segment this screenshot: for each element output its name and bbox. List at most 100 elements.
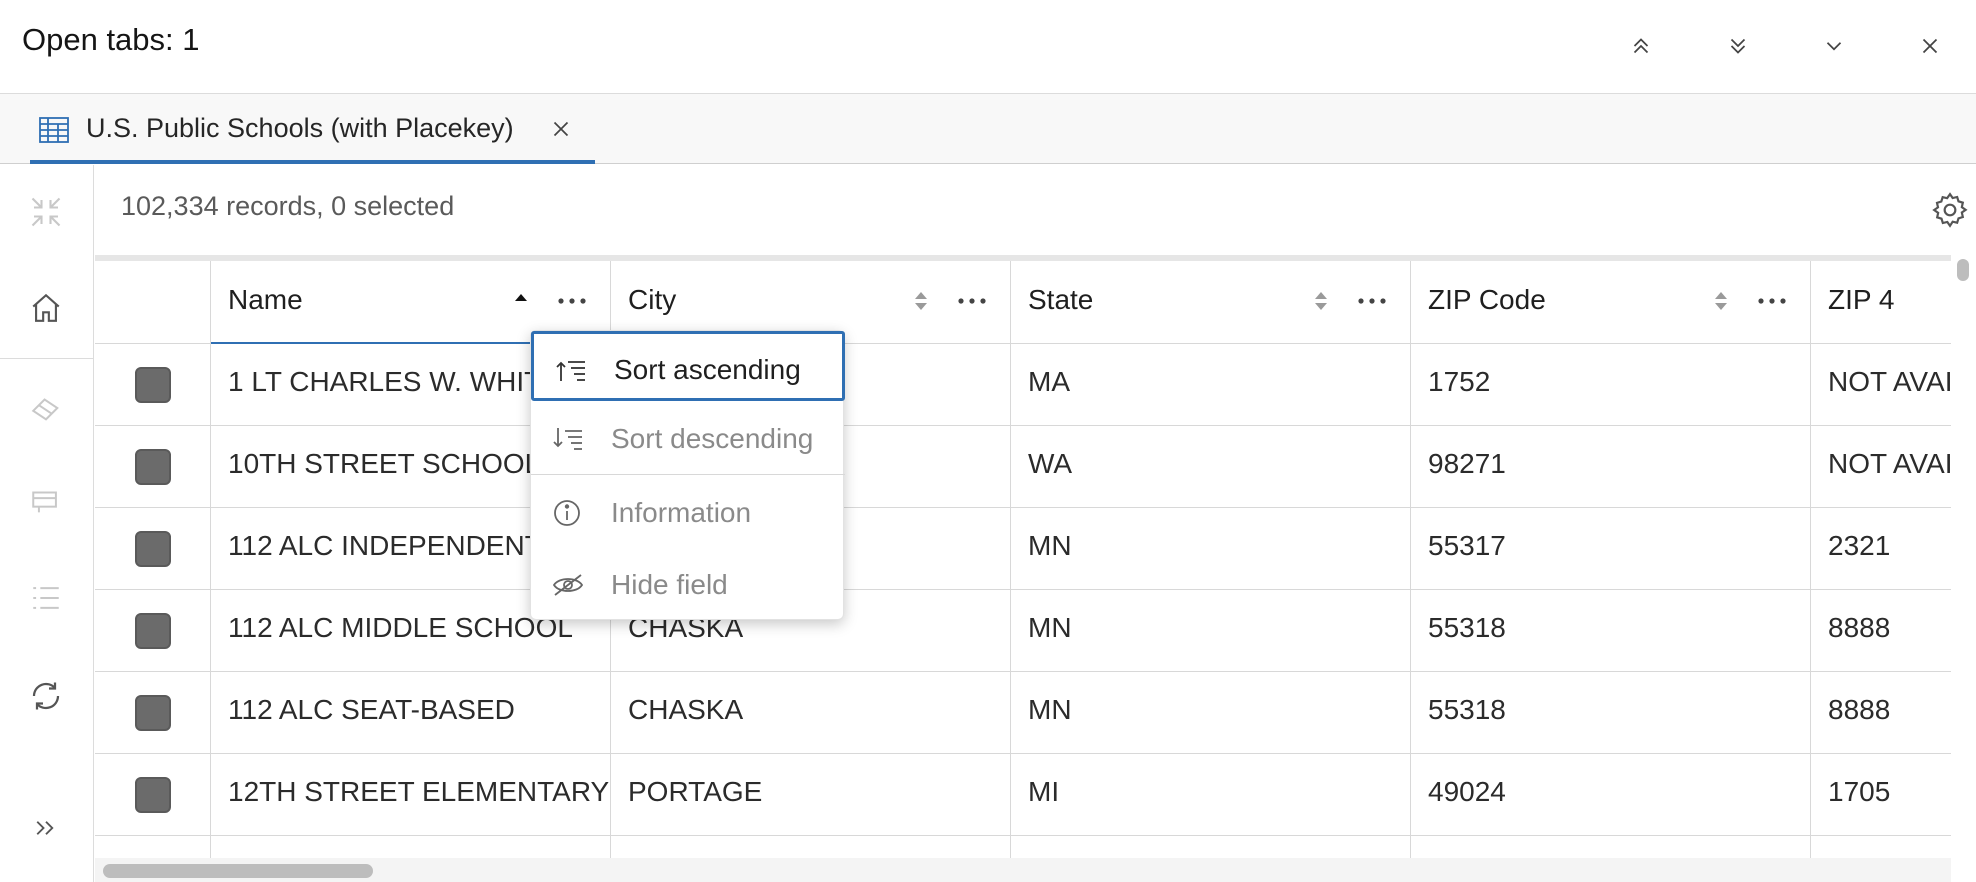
refresh-icon bbox=[32, 682, 60, 710]
row-select-checkbox[interactable] bbox=[135, 613, 171, 649]
row-select-checkbox[interactable] bbox=[135, 777, 171, 813]
sort-ascending-menu-item[interactable]: Sort ascending bbox=[531, 331, 845, 401]
cell-state: MN bbox=[1028, 530, 1072, 561]
header-row: Name City State ZIP Code ZIP 4 bbox=[95, 261, 1951, 344]
collapse-button[interactable] bbox=[1812, 24, 1856, 68]
cell-zip-code: 49024 bbox=[1428, 776, 1506, 807]
tab-us-public-schools[interactable]: U.S. Public Schools (with Placekey) bbox=[30, 94, 595, 164]
cell-state: MI bbox=[1028, 776, 1060, 807]
collapse-arrows-button[interactable] bbox=[23, 189, 69, 235]
cell-zip-code: 55318 bbox=[1428, 694, 1506, 725]
close-panel-button[interactable] bbox=[1908, 24, 1952, 68]
row-select-checkbox[interactable] bbox=[135, 367, 171, 403]
cell-state: WA bbox=[1028, 448, 1073, 479]
sort-icon[interactable] bbox=[1311, 287, 1331, 315]
cell-name: 112 ALC SEAT-BASED bbox=[228, 694, 515, 725]
table-row[interactable]: 10TH STREET SCHOOL WA 98271 NOT AVAILABL… bbox=[95, 426, 1951, 508]
cell-state: MN bbox=[1028, 612, 1072, 643]
cell-state: MA bbox=[1028, 366, 1070, 397]
sort-descending-icon bbox=[553, 428, 582, 450]
cell-zip-4: 2321 bbox=[1828, 530, 1891, 561]
table-icon bbox=[39, 117, 69, 143]
cell-city: PORTAGE bbox=[628, 776, 763, 807]
collapse-arrows-icon bbox=[31, 197, 61, 227]
more-options-icon[interactable] bbox=[1754, 288, 1790, 314]
tab-strip: U.S. Public Schools (with Placekey) bbox=[0, 94, 1976, 164]
cell-zip-4: 8888 bbox=[1828, 694, 1891, 725]
eye-off-icon bbox=[552, 574, 584, 596]
row-select-checkbox[interactable] bbox=[135, 695, 171, 731]
list-button[interactable] bbox=[23, 575, 69, 621]
more-options-icon[interactable] bbox=[954, 288, 990, 314]
more-options-icon[interactable] bbox=[554, 288, 590, 314]
table-row[interactable] bbox=[95, 836, 1951, 858]
more-options-icon[interactable] bbox=[1354, 288, 1390, 314]
cell-zip-4: NOT AVAILABLE bbox=[1828, 366, 1951, 397]
cell-name: 112 ALC MIDDLE SCHOOL bbox=[228, 612, 573, 643]
card-icon bbox=[32, 491, 57, 513]
column-header-zip-4[interactable]: ZIP 4 bbox=[1811, 261, 1951, 344]
tab-label: U.S. Public Schools (with Placekey) bbox=[86, 113, 514, 143]
chevrons-down-icon bbox=[1730, 38, 1746, 54]
table-row[interactable]: 112 ALC SEAT-BASED CHASKA MN 55318 8888 bbox=[95, 672, 1951, 754]
vertical-scroll-thumb[interactable] bbox=[1957, 259, 1969, 281]
row-select-checkbox[interactable] bbox=[135, 531, 171, 567]
close-icon bbox=[1922, 38, 1938, 54]
vertical-scrollbar[interactable] bbox=[1951, 255, 1976, 858]
column-label: Name bbox=[228, 284, 303, 315]
attribute-table: Name City State ZIP Code ZIP 4 1 LT CHAR… bbox=[95, 255, 1951, 858]
cell-zip-code: 98271 bbox=[1428, 448, 1506, 479]
table-row[interactable]: 112 ALC MIDDLE SCHOOL CHASKA MN 55318 88… bbox=[95, 590, 1951, 672]
horizontal-scroll-thumb[interactable] bbox=[103, 864, 373, 878]
maximize-button[interactable] bbox=[1619, 24, 1663, 68]
menu-item-label: Information bbox=[611, 497, 752, 528]
show-selected-button[interactable] bbox=[23, 478, 69, 524]
eraser-icon bbox=[31, 398, 59, 421]
list-icon bbox=[33, 587, 59, 609]
column-options-menu: Sort ascending Sort descending Informati… bbox=[530, 330, 845, 620]
menu-item-label: Hide field bbox=[611, 569, 728, 600]
table-row[interactable]: 12TH STREET ELEMENTARY PORTAGE MI 49024 … bbox=[95, 754, 1951, 836]
left-rail bbox=[0, 165, 94, 882]
panel-header: Open tabs: 1 bbox=[0, 0, 1976, 94]
rail-divider bbox=[0, 358, 93, 359]
information-menu-item[interactable]: Information bbox=[531, 477, 845, 547]
chevrons-up-icon bbox=[1633, 38, 1649, 54]
sort-icon[interactable] bbox=[911, 287, 931, 315]
table-row[interactable]: 112 ALC INDEPENDENT MN 55317 2321 bbox=[95, 508, 1951, 590]
sort-ascending-icon bbox=[556, 361, 585, 381]
menu-item-label: Sort ascending bbox=[614, 354, 801, 385]
cell-state: MN bbox=[1028, 694, 1072, 725]
column-header-state[interactable]: State bbox=[1011, 261, 1411, 344]
cell-zip-4: 8888 bbox=[1828, 612, 1891, 643]
open-tabs-title: Open tabs: 1 bbox=[22, 22, 200, 57]
column-label: State bbox=[1028, 284, 1094, 315]
column-label: ZIP Code bbox=[1428, 284, 1546, 315]
home-button[interactable] bbox=[23, 285, 69, 331]
table-row[interactable]: 1 LT CHARLES W. WHITCOMB MA 1752 NOT AVA… bbox=[95, 344, 1951, 426]
refresh-button[interactable] bbox=[23, 673, 69, 719]
column-label: City bbox=[628, 284, 677, 315]
record-count: 102,334 records, 0 selected bbox=[121, 191, 455, 221]
records-bar: 102,334 records, 0 selected bbox=[95, 165, 1976, 255]
menu-divider bbox=[531, 474, 845, 475]
cell-zip-code: 55318 bbox=[1428, 612, 1506, 643]
expand-rail-button[interactable] bbox=[23, 805, 69, 851]
sort-descending-menu-item[interactable]: Sort descending bbox=[531, 403, 845, 473]
clear-selection-button[interactable] bbox=[23, 385, 69, 431]
hide-field-menu-item[interactable]: Hide field bbox=[531, 549, 845, 619]
column-header-zip-code[interactable]: ZIP Code bbox=[1411, 261, 1811, 344]
sort-ascending-indicator-icon bbox=[515, 294, 527, 301]
menu-item-label: Sort descending bbox=[611, 423, 814, 454]
row-select-checkbox[interactable] bbox=[135, 449, 171, 485]
horizontal-scrollbar[interactable] bbox=[95, 858, 1951, 882]
home-icon bbox=[32, 293, 60, 322]
minimize-button[interactable] bbox=[1716, 24, 1760, 68]
gear-icon[interactable] bbox=[1930, 190, 1970, 230]
cell-zip-code: 55317 bbox=[1428, 530, 1506, 561]
expand-icon bbox=[36, 821, 54, 835]
close-icon[interactable] bbox=[548, 116, 574, 142]
sort-icon[interactable] bbox=[1711, 287, 1731, 315]
select-all-header bbox=[95, 261, 211, 344]
column-label: ZIP 4 bbox=[1828, 284, 1895, 315]
